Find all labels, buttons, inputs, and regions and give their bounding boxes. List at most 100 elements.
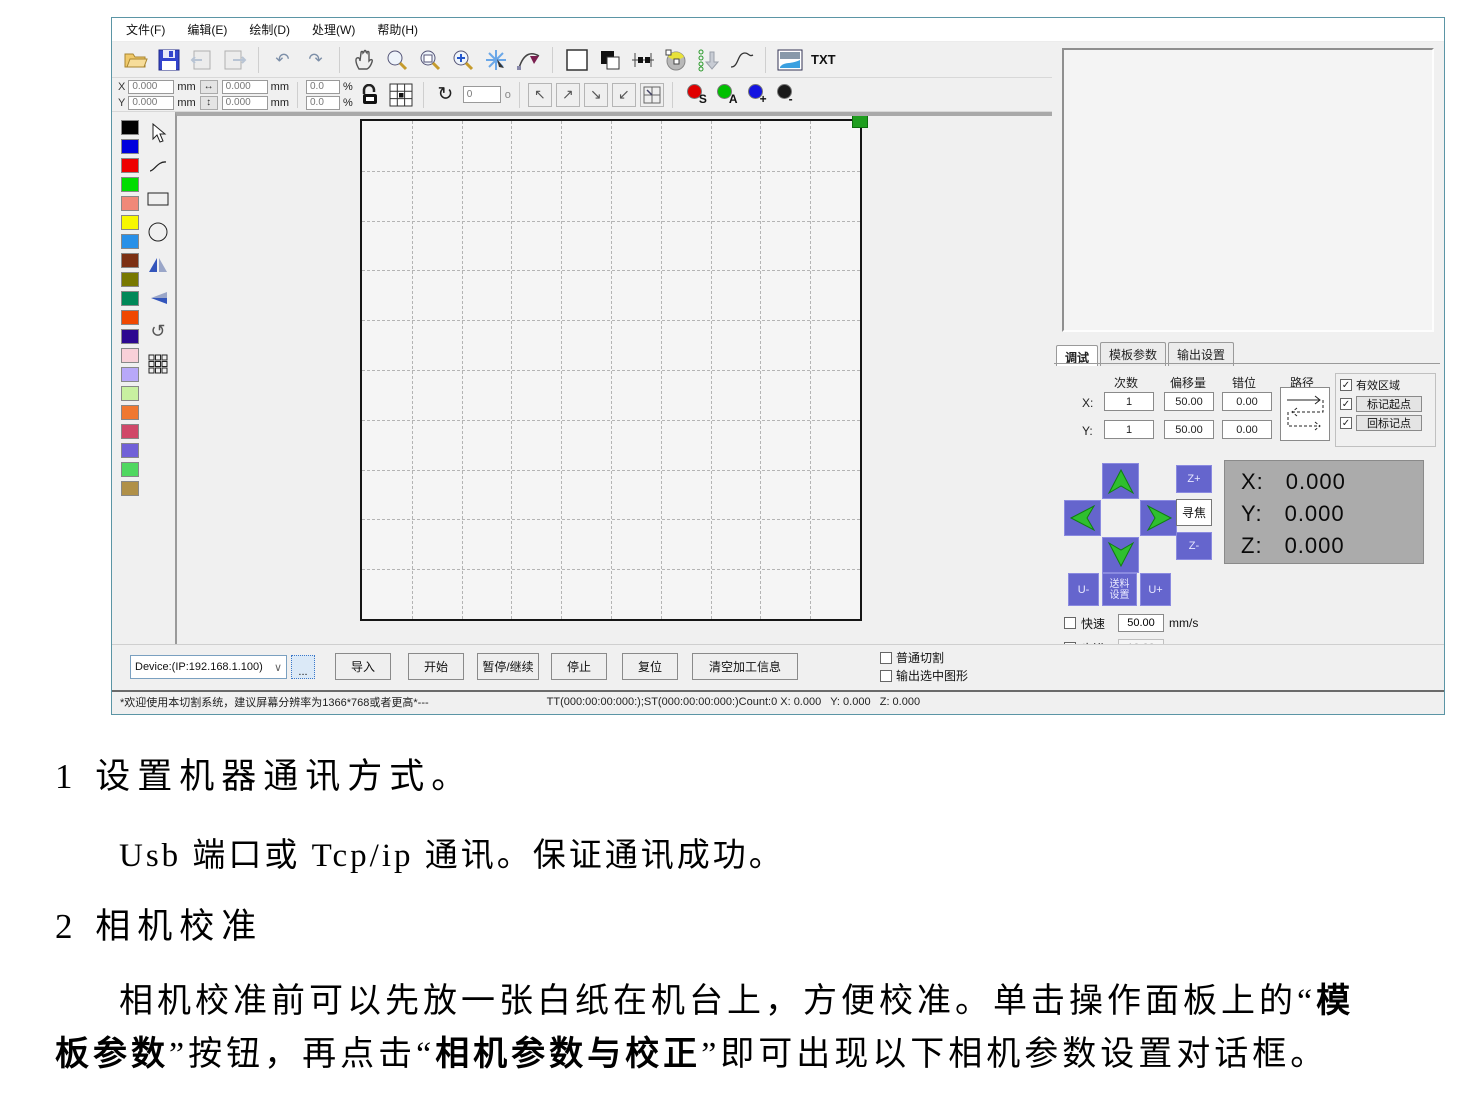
focus-button[interactable]: 寻焦 bbox=[1176, 499, 1212, 526]
device-more-button[interactable]: ... bbox=[291, 655, 315, 679]
blank-square-icon[interactable] bbox=[563, 46, 590, 73]
color-swatch[interactable] bbox=[121, 253, 139, 268]
height-percent-input[interactable] bbox=[306, 96, 340, 110]
color-swatch[interactable] bbox=[121, 196, 139, 211]
combine-shapes-icon[interactable] bbox=[596, 46, 623, 73]
array-copy-icon[interactable] bbox=[146, 353, 170, 375]
mark-start-checkbox[interactable]: ✓ bbox=[1340, 398, 1352, 410]
y-coord-input[interactable] bbox=[128, 96, 174, 110]
align-bottom-left-button[interactable]: ↙ bbox=[612, 83, 636, 107]
back-mark-button[interactable]: 回标记点 bbox=[1356, 415, 1422, 431]
import-button[interactable]: 导入 bbox=[335, 653, 391, 680]
import-file-icon[interactable] bbox=[188, 46, 215, 73]
color-swatch[interactable] bbox=[121, 481, 139, 496]
valid-area-checkbox[interactable]: ✓ bbox=[1340, 379, 1352, 391]
zoom-drag-icon[interactable] bbox=[383, 46, 410, 73]
y-count-input[interactable] bbox=[1104, 420, 1154, 439]
fast-speed-input[interactable] bbox=[1118, 614, 1164, 632]
node-edit-icon[interactable] bbox=[482, 46, 509, 73]
aspect-lock-icon[interactable] bbox=[357, 81, 384, 108]
color-swatch[interactable] bbox=[121, 462, 139, 477]
height-resize-button[interactable]: ↕ bbox=[200, 96, 218, 110]
y-offset-input[interactable] bbox=[1164, 420, 1214, 439]
feed-settings-button[interactable]: 送料设置 bbox=[1102, 573, 1137, 606]
color-swatch[interactable] bbox=[121, 215, 139, 230]
jog-up-button[interactable] bbox=[1102, 463, 1139, 499]
anchor-grid-icon[interactable] bbox=[388, 81, 415, 108]
back-mark-checkbox[interactable]: ✓ bbox=[1340, 417, 1352, 429]
color-swatch[interactable] bbox=[121, 139, 139, 154]
work-area[interactable] bbox=[360, 119, 862, 621]
device-select[interactable]: Device:(IP:192.168.1.100) ∨ bbox=[130, 655, 287, 679]
color-swatch[interactable] bbox=[121, 405, 139, 420]
align-bottom-right-button[interactable]: ↘ bbox=[584, 83, 608, 107]
x-coord-input[interactable] bbox=[128, 80, 174, 94]
simulate-icon[interactable] bbox=[662, 46, 689, 73]
x-offset-input[interactable] bbox=[1164, 392, 1214, 411]
align-top-left-button[interactable]: ↖ bbox=[528, 83, 552, 107]
color-swatch[interactable] bbox=[121, 272, 139, 287]
color-swatch[interactable] bbox=[121, 234, 139, 249]
pause-resume-button[interactable]: 暂停/继续 bbox=[477, 653, 539, 680]
align-top-right-button[interactable]: ↗ bbox=[556, 83, 580, 107]
align-center-button[interactable] bbox=[640, 83, 664, 107]
rotate-angle-input[interactable] bbox=[463, 86, 501, 103]
width-input[interactable] bbox=[222, 80, 268, 94]
curve-tool-icon[interactable] bbox=[728, 46, 755, 73]
jog-down-button[interactable] bbox=[1102, 537, 1139, 573]
x-stagger-input[interactable] bbox=[1222, 392, 1272, 411]
z-plus-button[interactable]: Z+ bbox=[1176, 465, 1212, 493]
height-input[interactable] bbox=[222, 96, 268, 110]
export-file-icon[interactable] bbox=[221, 46, 248, 73]
mirror-vertical-icon[interactable] bbox=[146, 287, 170, 309]
color-swatch[interactable] bbox=[121, 386, 139, 401]
ref-point-remove-button[interactable]: - bbox=[777, 84, 793, 106]
normal-cut-checkbox[interactable] bbox=[880, 652, 892, 664]
color-swatch[interactable] bbox=[121, 443, 139, 458]
rectangle-tool-icon[interactable] bbox=[146, 188, 170, 210]
pan-hand-icon[interactable] bbox=[350, 46, 377, 73]
x-count-input[interactable] bbox=[1104, 392, 1154, 411]
menu-process[interactable]: 处理(W) bbox=[312, 21, 355, 38]
color-swatch[interactable] bbox=[121, 348, 139, 363]
stop-button[interactable]: 停止 bbox=[551, 653, 607, 680]
ref-point-s-button[interactable]: S bbox=[687, 84, 707, 106]
ref-point-add-button[interactable]: + bbox=[748, 84, 767, 106]
curve-draw-icon[interactable] bbox=[146, 155, 170, 177]
color-swatch[interactable] bbox=[121, 291, 139, 306]
menu-file[interactable]: 文件(F) bbox=[126, 21, 165, 38]
reset-button[interactable]: 复位 bbox=[622, 653, 678, 680]
image-icon[interactable] bbox=[776, 46, 803, 73]
color-swatch[interactable] bbox=[121, 177, 139, 192]
width-resize-button[interactable]: ↔ bbox=[200, 80, 218, 94]
jog-right-button[interactable] bbox=[1140, 500, 1177, 536]
zoom-page-icon[interactable] bbox=[416, 46, 443, 73]
open-folder-icon[interactable] bbox=[122, 46, 149, 73]
ref-point-a-button[interactable]: A bbox=[717, 84, 738, 106]
color-swatch[interactable] bbox=[121, 158, 139, 173]
color-swatch[interactable] bbox=[121, 120, 139, 135]
bezier-icon[interactable] bbox=[515, 46, 542, 73]
jog-left-button[interactable] bbox=[1064, 500, 1101, 536]
color-swatch[interactable] bbox=[121, 310, 139, 325]
path-direction-selector[interactable] bbox=[1280, 387, 1330, 441]
menu-edit[interactable]: 编辑(E) bbox=[187, 21, 227, 38]
u-plus-button[interactable]: U+ bbox=[1140, 573, 1171, 606]
node-align-icon[interactable] bbox=[629, 46, 656, 73]
menu-draw[interactable]: 绘制(D) bbox=[249, 21, 290, 38]
mirror-horizontal-icon[interactable] bbox=[146, 254, 170, 276]
clear-info-button[interactable]: 清空加工信息 bbox=[692, 653, 798, 680]
y-stagger-input[interactable] bbox=[1222, 420, 1272, 439]
ellipse-tool-icon[interactable] bbox=[146, 221, 170, 243]
mark-start-button[interactable]: 标记起点 bbox=[1356, 396, 1422, 412]
drawing-canvas[interactable] bbox=[175, 112, 1052, 644]
u-minus-button[interactable]: U- bbox=[1068, 573, 1099, 606]
rotate-tool-icon[interactable]: ↺ bbox=[146, 320, 170, 342]
color-swatch[interactable] bbox=[121, 367, 139, 382]
undo-icon[interactable]: ↶ bbox=[269, 46, 296, 73]
select-cursor-icon[interactable] bbox=[146, 122, 170, 144]
width-percent-input[interactable] bbox=[306, 80, 340, 94]
fast-checkbox[interactable] bbox=[1064, 617, 1076, 629]
color-swatch[interactable] bbox=[121, 424, 139, 439]
save-icon[interactable] bbox=[155, 46, 182, 73]
